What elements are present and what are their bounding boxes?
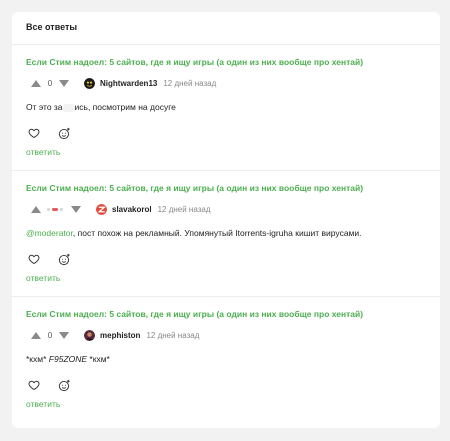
author-name[interactable]: Nightwarden13 xyxy=(100,79,157,88)
comment-meta: 0 Nightwarden13 12 дней назад xyxy=(26,73,426,93)
vote-control: 0 xyxy=(26,75,74,91)
post-title-link[interactable]: Если Стим надоел: 5 сайтов, где я ищу иг… xyxy=(26,45,426,69)
vote-score-indicator xyxy=(47,207,65,211)
avatar[interactable] xyxy=(84,329,95,341)
blurred-text xyxy=(62,103,75,112)
comment-actions xyxy=(26,125,426,141)
comment-item: Если Стим надоел: 5 сайтов, где я ищу иг… xyxy=(12,171,440,297)
emoji-add-icon[interactable] xyxy=(56,377,72,393)
card-title: Все ответы xyxy=(12,12,440,45)
comment-item: Если Стим надоел: 5 сайтов, где я ищу иг… xyxy=(12,45,440,171)
arrow-up-icon[interactable] xyxy=(31,205,41,213)
author-name[interactable]: mephiston xyxy=(100,331,140,340)
vote-control: 0 xyxy=(26,327,74,343)
arrow-up-icon[interactable] xyxy=(31,79,41,87)
emoji-add-icon[interactable] xyxy=(56,251,72,267)
avatar[interactable] xyxy=(96,203,107,215)
vote-negative-mark xyxy=(52,207,58,211)
vote-control xyxy=(26,201,86,217)
reply-link[interactable]: ответить xyxy=(26,273,426,295)
reply-link[interactable]: ответить xyxy=(26,147,426,169)
arrow-up-icon[interactable] xyxy=(31,331,41,339)
comment-time: 12 дней назад xyxy=(146,330,200,340)
emoji-add-icon[interactable] xyxy=(56,125,72,141)
vote-dot xyxy=(60,207,63,211)
post-title-link[interactable]: Если Стим надоел: 5 сайтов, где я ищу иг… xyxy=(26,297,426,321)
vote-score: 0 xyxy=(47,330,53,340)
comment-text: От это за ись, посмотрим на досуге xyxy=(26,102,176,112)
comment-actions xyxy=(26,251,426,267)
comment-meta: slavakorol 12 дней назад xyxy=(26,199,426,219)
heart-icon[interactable] xyxy=(26,377,42,393)
vote-score: 0 xyxy=(47,78,53,88)
vote-dot xyxy=(47,207,50,211)
heart-icon[interactable] xyxy=(26,251,42,267)
comment-time: 12 дней назад xyxy=(163,78,217,88)
mention-link[interactable]: @moderator xyxy=(26,228,73,238)
arrow-down-icon[interactable] xyxy=(59,79,69,87)
comment-actions xyxy=(26,377,426,393)
comment-time: 12 дней назад xyxy=(157,204,211,214)
comment-text: @moderator, пост похож на рекламный. Упо… xyxy=(26,228,362,238)
post-title-link[interactable]: Если Стим надоел: 5 сайтов, где я ищу иг… xyxy=(26,171,426,195)
comment-item: Если Стим надоел: 5 сайтов, где я ищу иг… xyxy=(12,297,440,425)
heart-icon[interactable] xyxy=(26,125,42,141)
author-name[interactable]: slavakorol xyxy=(112,205,152,214)
arrow-down-icon[interactable] xyxy=(71,205,81,213)
replies-card: Все ответы Если Стим надоел: 5 сайтов, г… xyxy=(12,12,440,428)
avatar[interactable] xyxy=(84,77,95,89)
reply-link[interactable]: ответить xyxy=(26,399,426,421)
arrow-down-icon[interactable] xyxy=(59,331,69,339)
comment-text: *кхм* F95ZONE *кхм* xyxy=(26,354,110,364)
comment-meta: 0 mephiston 12 дней назад xyxy=(26,325,426,345)
